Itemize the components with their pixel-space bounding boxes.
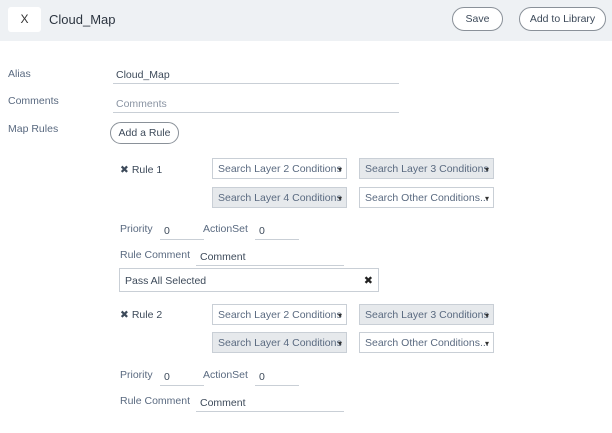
page-title: Cloud_Map [49,12,116,27]
rule-1-comment-input[interactable]: Comment [196,249,344,266]
rule-1-layer2-dropdown[interactable]: Search Layer 2 Conditions ▾ [212,158,347,179]
dropdown-text: Search Layer 2 Conditions [218,163,342,175]
rule-2-priority-input[interactable]: 0 [160,369,204,386]
caret-down-icon: ▾ [484,165,489,174]
caret-down-icon: ▾ [484,339,489,348]
rule-2-header: ✖ Rule 2 [120,309,162,321]
caret-down-icon: ▾ [337,194,342,203]
header-bar: X Cloud_Map Save Add to Library [0,0,612,41]
dropdown-text: Search Layer 4 Conditions [218,192,342,204]
rule-1-comment-label: Rule Comment [120,249,191,261]
dropdown-text: Search Layer 2 Conditions [218,309,342,321]
comments-input[interactable]: Comments [113,96,399,113]
comments-label: Comments [8,95,59,107]
rule-2-name: Rule 2 [131,309,163,321]
dropdown-text: Search Layer 3 Conditions [365,163,489,175]
add-to-library-button[interactable]: Add to Library [519,7,606,31]
caret-down-icon: ▾ [337,339,342,348]
rule-1-other-dropdown[interactable]: Search Other Conditions... ▾ [359,187,494,208]
rule-2-layer4-dropdown[interactable]: Search Layer 4 Conditions ▾ [212,332,347,353]
caret-down-icon: ▾ [337,311,342,320]
close-icon[interactable]: ✖ [364,269,373,293]
rule-1-name: Rule 1 [131,164,163,176]
rule-2-layer2-dropdown[interactable]: Search Layer 2 Conditions ▾ [212,304,347,325]
rule-1-actionset-label: ActionSet [203,223,248,235]
rule-2-priority-label: Priority [120,369,153,381]
save-button[interactable]: Save [452,7,503,31]
alias-label: Alias [8,68,31,80]
rule-2-actionset-label: ActionSet [203,369,248,381]
rule-1-layer4-dropdown[interactable]: Search Layer 4 Conditions ▾ [212,187,347,208]
close-button[interactable]: X [8,7,41,32]
dropdown-text: Search Layer 4 Conditions [218,337,342,349]
rule-1-actionset-input[interactable]: 0 [255,223,299,240]
rule-2-actionset-input[interactable]: 0 [255,369,299,386]
remove-rule-icon[interactable]: ✖ [120,164,129,176]
rule-2-comment-input[interactable]: Comment [196,395,344,412]
add-rule-button[interactable]: Add a Rule [110,122,179,144]
rule-2-layer3-dropdown[interactable]: Search Layer 3 Conditions ▾ [359,304,494,325]
caret-down-icon: ▾ [337,165,342,174]
alias-input[interactable]: Cloud_Map [113,67,399,84]
pass-all-text: Pass All Selected [125,275,207,287]
dropdown-text: Search Layer 3 Conditions [365,309,489,321]
remove-rule-icon[interactable]: ✖ [120,309,129,321]
rule-1-layer3-dropdown[interactable]: Search Layer 3 Conditions ▾ [359,158,494,179]
dropdown-text: Search Other Conditions... [365,192,489,204]
rule-1-header: ✖ Rule 1 [120,164,162,176]
rule-1-priority-label: Priority [120,223,153,235]
map-rules-label: Map Rules [8,123,59,135]
caret-down-icon: ▾ [484,194,489,203]
pass-all-selected-box[interactable]: Pass All Selected ✖ [119,268,379,292]
caret-down-icon: ▾ [484,311,489,320]
rule-2-other-dropdown[interactable]: Search Other Conditions... ▾ [359,332,494,353]
rule-2-comment-label: Rule Comment [120,395,191,407]
dropdown-text: Search Other Conditions... [365,337,489,349]
rule-1-priority-input[interactable]: 0 [160,223,204,240]
